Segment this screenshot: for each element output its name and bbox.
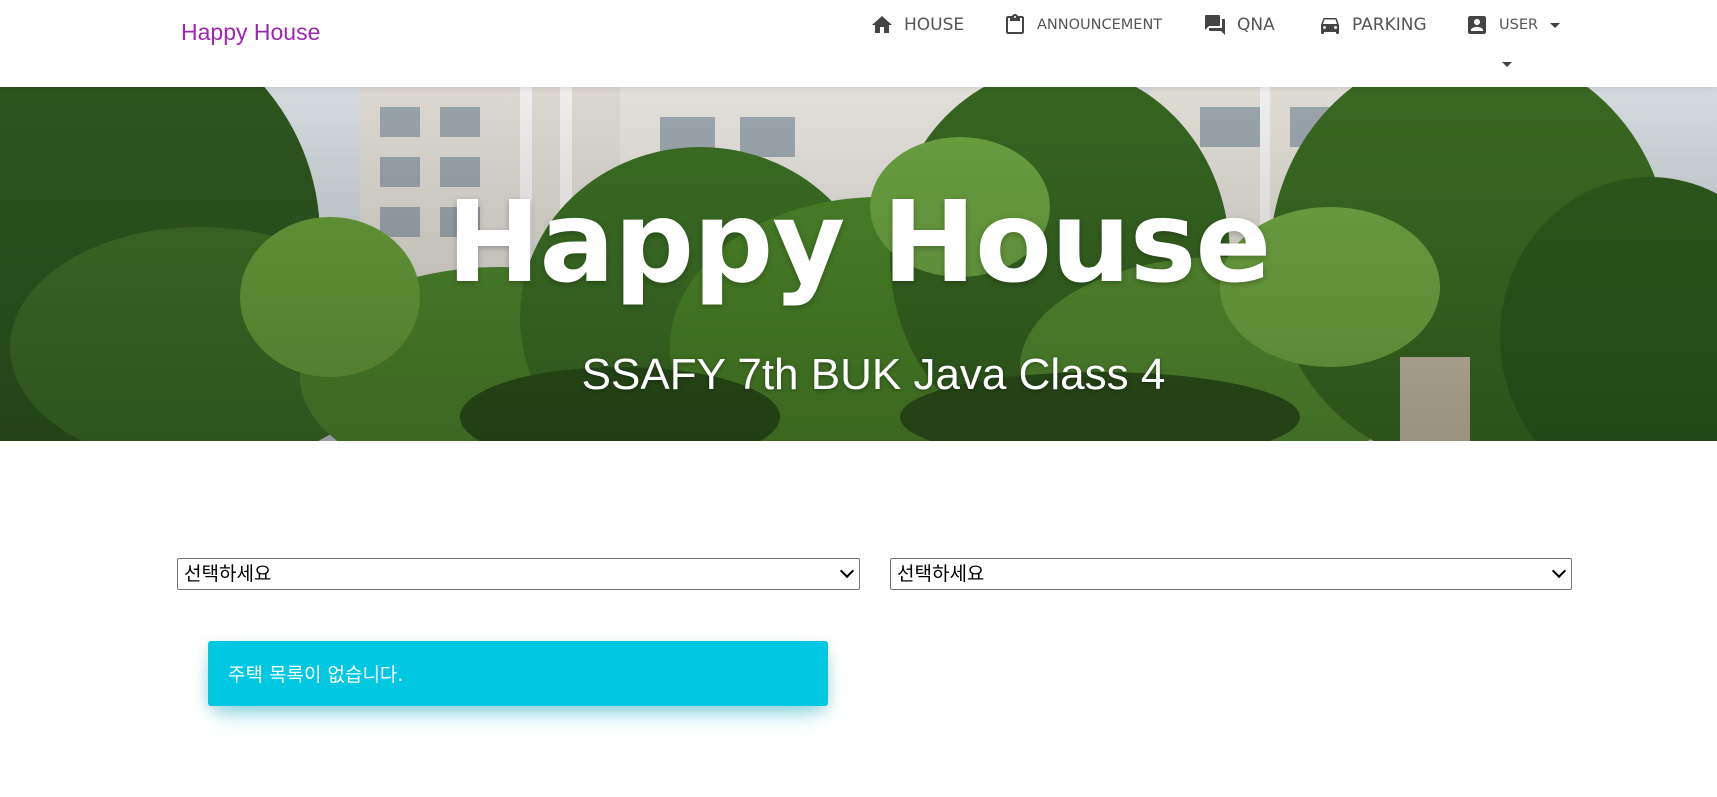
nav-house-label: HOUSE (904, 15, 965, 35)
city-select[interactable]: 선택하세요 (177, 558, 860, 590)
nav-user-dropdown[interactable]: USER (1465, 12, 1561, 38)
nav-announcement[interactable]: ANNOUNCEMENT (1003, 12, 1162, 38)
hero-banner: Happy House SSAFY 7th BUK Java Class 4 (0, 87, 1717, 441)
nav-house[interactable]: HOUSE (870, 12, 964, 38)
car-icon (1321, 18, 1339, 34)
district-select[interactable]: 선택하세요 (890, 558, 1572, 590)
secondary-dropdown-caret-icon[interactable] (1502, 62, 1512, 67)
nav-qna[interactable]: QNA (1203, 12, 1275, 38)
nav-parking-label: PARKING (1352, 15, 1427, 35)
account-box-icon (1468, 16, 1486, 34)
empty-list-alert: 주택 목록이 없습니다. (208, 641, 828, 706)
home-icon (872, 16, 892, 33)
caret-down-icon (1550, 22, 1561, 28)
nav-user-label: USER (1499, 17, 1539, 33)
clipboard-icon (1006, 14, 1024, 34)
hero-subtitle: SSAFY 7th BUK Java Class 4 (581, 350, 1166, 399)
alert-message: 주택 목록이 없습니다. (228, 664, 404, 686)
brand-link[interactable]: Happy House (181, 19, 320, 46)
nav-announcement-label: ANNOUNCEMENT (1037, 17, 1163, 33)
navbar: Happy House HOUSE ANNOUNCEMENT QNA PARKI… (0, 0, 1717, 87)
nav-parking[interactable]: PARKING (1318, 12, 1427, 38)
nav-qna-label: QNA (1237, 15, 1275, 35)
forum-icon (1205, 15, 1225, 35)
hero-title: Happy House (446, 178, 1272, 308)
